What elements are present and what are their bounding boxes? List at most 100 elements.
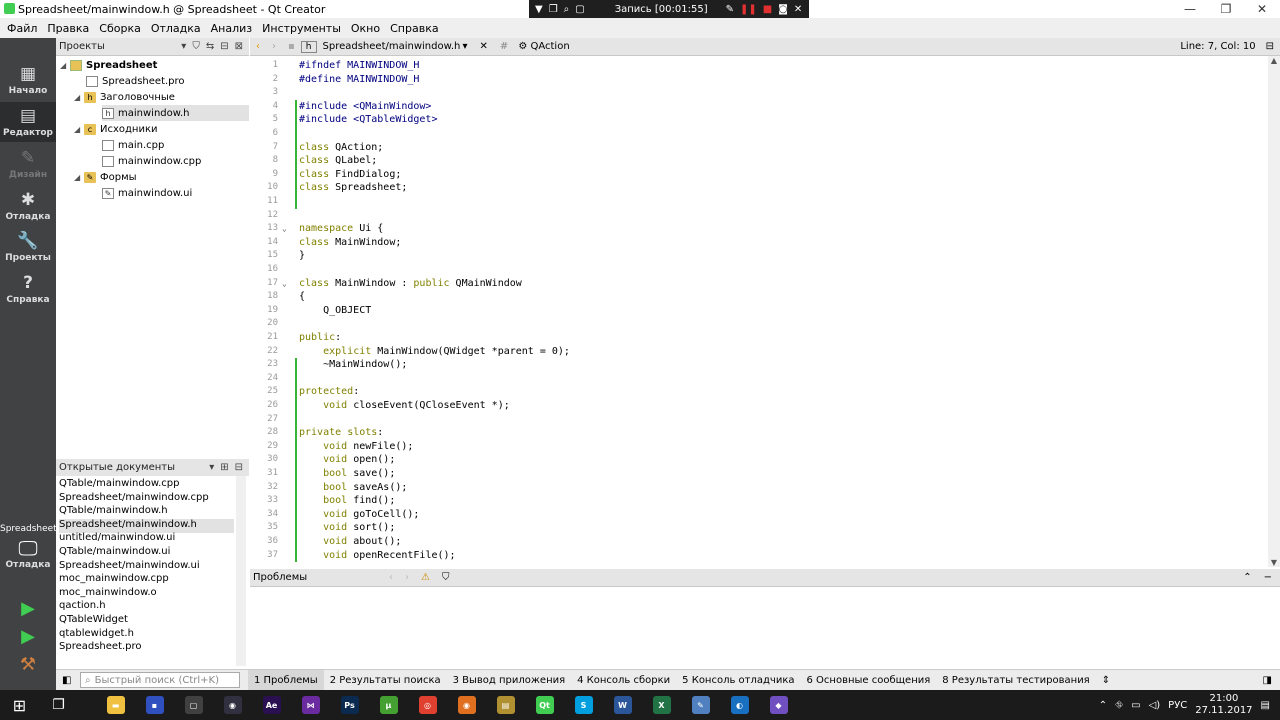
debug-run-button[interactable]: ▶ [0, 626, 56, 647]
window-icon[interactable]: ❐ [549, 4, 558, 15]
cursor-position[interactable]: Line: 7, Col: 10 [1180, 41, 1265, 52]
taskbar-app-utorrent[interactable]: µ [369, 690, 408, 720]
tree-item[interactable]: ◢ h Заголовочные [74, 89, 175, 105]
taskbar-app-browser[interactable]: ◐ [720, 690, 759, 720]
input-language[interactable]: РУС [1168, 700, 1187, 711]
symbol-selector[interactable]: ⚙ QAction [514, 41, 573, 52]
code-line[interactable]: class QLabel; [299, 154, 377, 168]
output-toggle-icon[interactable]: ◨ [1263, 675, 1280, 686]
code-line[interactable]: void sort(); [299, 521, 395, 535]
close-panel-icon[interactable]: − [1264, 572, 1280, 583]
taskbar-app-save[interactable]: ▪ [135, 690, 174, 720]
tree-item[interactable]: ✎ mainwindow.ui [102, 185, 192, 201]
code-line[interactable]: class MainWindow : public QMainWindow [299, 277, 522, 291]
notifications-icon[interactable]: ▤ [1261, 700, 1270, 711]
tab-search-results[interactable]: 2 Результаты поиска [324, 670, 447, 691]
chevron-down-icon[interactable]: ▾ [209, 462, 214, 473]
split-icon[interactable]: ⊟ [1266, 41, 1280, 52]
open-documents-label[interactable]: Открытые документы [59, 462, 175, 473]
build-button[interactable]: ⚒ [0, 654, 56, 675]
menu-file[interactable]: Файл [2, 22, 42, 35]
menu-help[interactable]: Справка [385, 22, 443, 35]
close-panel-icon[interactable]: ⊟ [235, 462, 243, 473]
chevron-down-icon[interactable]: ▾ [181, 41, 186, 52]
menu-build[interactable]: Сборка [94, 22, 146, 35]
code-line[interactable]: private slots: [299, 426, 383, 440]
locator-input[interactable]: ⌕ Быстрый поиск (Ctrl+K) [80, 672, 240, 688]
code-line[interactable]: explicit MainWindow(QWidget *parent = 0)… [299, 345, 570, 359]
sidebar-toggle-icon[interactable]: ◧ [62, 675, 71, 686]
kit-selector[interactable]: Spreadsheet 🖵 Отладка [0, 524, 57, 570]
close-panel-icon[interactable]: ⊠ [235, 41, 243, 52]
taskbar-app-explorer[interactable]: ▬ [96, 690, 135, 720]
expand-arrow-icon[interactable]: ◢ [74, 125, 84, 134]
list-item[interactable]: QTable/mainwindow.h [59, 505, 234, 519]
split-icon[interactable]: ⊟ [220, 41, 228, 52]
battery-icon[interactable]: ▭ [1131, 700, 1140, 711]
code-line[interactable]: public: [299, 331, 341, 345]
code-line[interactable]: void goToCell(); [299, 508, 419, 522]
tree-item[interactable]: h mainwindow.h [102, 105, 249, 121]
fold-icon[interactable]: ⌄ [282, 279, 287, 288]
start-button[interactable]: ⊞ [0, 690, 39, 720]
camera-icon[interactable]: ◙ [778, 4, 788, 15]
mode-edit[interactable]: ▤ Редактор [0, 102, 56, 142]
run-button[interactable]: ▶ [0, 598, 56, 619]
list-item[interactable]: moc_mainwindow.o [59, 587, 234, 601]
close-button[interactable]: ✕ [1244, 0, 1280, 18]
mode-debug[interactable]: ✱ Отладка [0, 190, 56, 222]
mode-design[interactable]: ✎ Дизайн [0, 148, 56, 180]
tab-application-output[interactable]: 3 Вывод приложения [447, 670, 572, 691]
expand-arrow-icon[interactable]: ◢ [60, 61, 70, 70]
code-line[interactable]: protected: [299, 385, 359, 399]
chevron-down-icon[interactable]: ▾ [457, 41, 474, 52]
close-icon[interactable]: ✕ [794, 4, 802, 15]
warning-icon[interactable]: ⚠ [415, 572, 436, 583]
menu-tools[interactable]: Инструменты [257, 22, 346, 35]
close-document-icon[interactable]: ✕ [474, 41, 494, 52]
taskbar-app-chrome[interactable]: ◎ [408, 690, 447, 720]
scroll-down-icon[interactable]: ▼ [1268, 558, 1280, 567]
code-line[interactable]: bool saveAs(); [299, 481, 407, 495]
list-item[interactable]: Spreadsheet/mainwindow.h [59, 518, 234, 533]
code-line[interactable]: #include <QTableWidget> [299, 113, 437, 127]
clock[interactable]: 21:00 27.11.2017 [1195, 693, 1252, 717]
stop-icon[interactable]: ■ [763, 4, 772, 15]
mode-projects[interactable]: 🔧 Проекты [0, 231, 56, 263]
list-item[interactable]: Spreadsheet/mainwindow.ui [59, 560, 234, 574]
taskbar-app-skype[interactable]: S [564, 690, 603, 720]
menu-edit[interactable]: Правка [42, 22, 94, 35]
list-item[interactable]: Spreadsheet/mainwindow.cpp [59, 492, 234, 506]
filter-icon[interactable]: ⛉ [192, 41, 200, 52]
more-tabs-icon[interactable]: ⇕ [1096, 675, 1116, 686]
taskbar-app-store[interactable]: ▢ [174, 690, 213, 720]
maximize-panel-icon[interactable]: ⌃ [1243, 572, 1263, 583]
code-line[interactable]: class MainWindow; [299, 236, 401, 250]
tree-item[interactable]: ◢ c Исходники [74, 121, 158, 137]
filter-icon[interactable]: ⛉ [436, 572, 456, 583]
tree-item[interactable]: main.cpp [102, 137, 164, 153]
code-line[interactable]: void newFile(); [299, 440, 413, 454]
dropdown-icon[interactable]: ▼ [535, 4, 543, 15]
taskbar-app-visual-studio[interactable]: ⋈ [291, 690, 330, 720]
document-tab[interactable]: Spreadsheet/mainwindow.h [317, 41, 461, 52]
code-line[interactable]: #include <QMainWindow> [299, 100, 431, 114]
list-item[interactable]: QTableWidget [59, 614, 234, 628]
link-icon[interactable]: ⇆ [206, 41, 214, 52]
forward-icon[interactable]: › [266, 41, 282, 52]
taskbar-app-vs-code[interactable]: ◆ [759, 690, 798, 720]
region-icon[interactable]: ▢ [575, 4, 584, 15]
taskbar-app-obs[interactable]: ◉ [213, 690, 252, 720]
code-editor[interactable]: 1 #ifndef MAINWINDOW_H 2 #define MAINWINDOW… [250, 56, 1268, 567]
tab-debugger-console[interactable]: 5 Консоль отладчика [676, 670, 800, 691]
volume-icon[interactable]: ◁) [1149, 700, 1161, 711]
code-line[interactable]: bool save(); [299, 467, 395, 481]
code-line[interactable]: Q_OBJECT [299, 304, 371, 318]
code-line[interactable]: ~MainWindow(); [299, 358, 407, 372]
tree-item[interactable]: ◢ Spreadsheet [60, 57, 157, 73]
scroll-up-icon[interactable]: ▲ [1268, 56, 1280, 65]
projects-header-label[interactable]: Проекты [59, 41, 105, 52]
scrollbar[interactable] [236, 476, 246, 666]
code-line[interactable]: #define MAINWINDOW_H [299, 73, 419, 87]
list-item[interactable]: untitled/mainwindow.ui [59, 532, 234, 546]
